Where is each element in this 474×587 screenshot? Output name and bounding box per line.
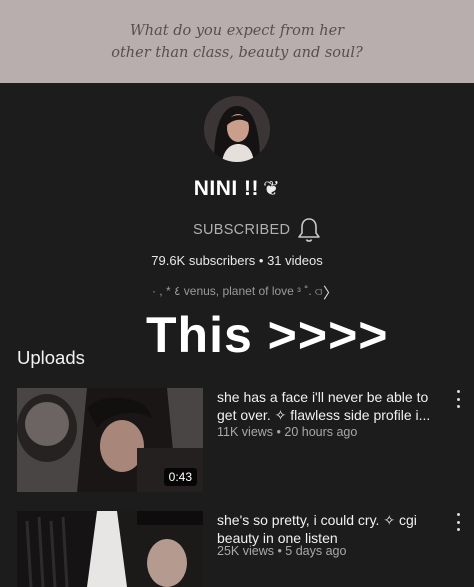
video-item[interactable]: 0:43 she has a face i'll never be able t… <box>0 388 474 492</box>
cherry-emoji-icon: ❦ <box>263 178 281 200</box>
video-title[interactable]: she has a face i'll never be able to get… <box>217 388 447 424</box>
video-title[interactable]: she's so pretty, i could cry. ✧ cgi beau… <box>217 511 447 547</box>
uploads-heading: Uploads <box>17 347 85 368</box>
channel-avatar[interactable] <box>204 96 270 162</box>
chevron-right-icon[interactable]: 〉 <box>323 282 338 303</box>
banner-quote-line-1: What do you expect from her <box>129 22 345 39</box>
bell-icon[interactable] <box>296 216 322 244</box>
banner-quote-line-2: other than class, beauty and soul? <box>111 44 363 61</box>
thumbnail-image <box>17 511 203 587</box>
more-vert-icon[interactable] <box>452 513 464 531</box>
channel-banner: What do you expect from her other than c… <box>0 0 474 83</box>
channel-name-text: NINI !! <box>193 177 260 200</box>
overlay-caption: This >>>> <box>146 307 389 363</box>
video-thumbnail[interactable] <box>17 511 203 587</box>
channel-bio[interactable]: · , * ٤ venus, planet of love ᶟ ˚. ⫏ 〉 <box>0 284 474 302</box>
channel-stats: 79.6K subscribers • 31 videos <box>151 253 323 268</box>
video-meta: 11K views • 20 hours ago <box>217 425 358 439</box>
subscribed-button[interactable]: SUBSCRIBED <box>193 222 290 238</box>
channel-name: NINI !! ❦ <box>0 176 474 201</box>
video-duration: 0:43 <box>163 468 197 486</box>
avatar-image <box>204 96 270 162</box>
more-vert-icon[interactable] <box>452 390 464 408</box>
video-item[interactable]: she's so pretty, i could cry. ✧ cgi beau… <box>0 511 474 587</box>
video-meta: 25K views • 5 days ago <box>217 544 347 558</box>
channel-bio-text: · , * ٤ venus, planet of love ᶟ ˚. ⫏ <box>151 284 323 298</box>
video-thumbnail[interactable]: 0:43 <box>17 388 203 492</box>
